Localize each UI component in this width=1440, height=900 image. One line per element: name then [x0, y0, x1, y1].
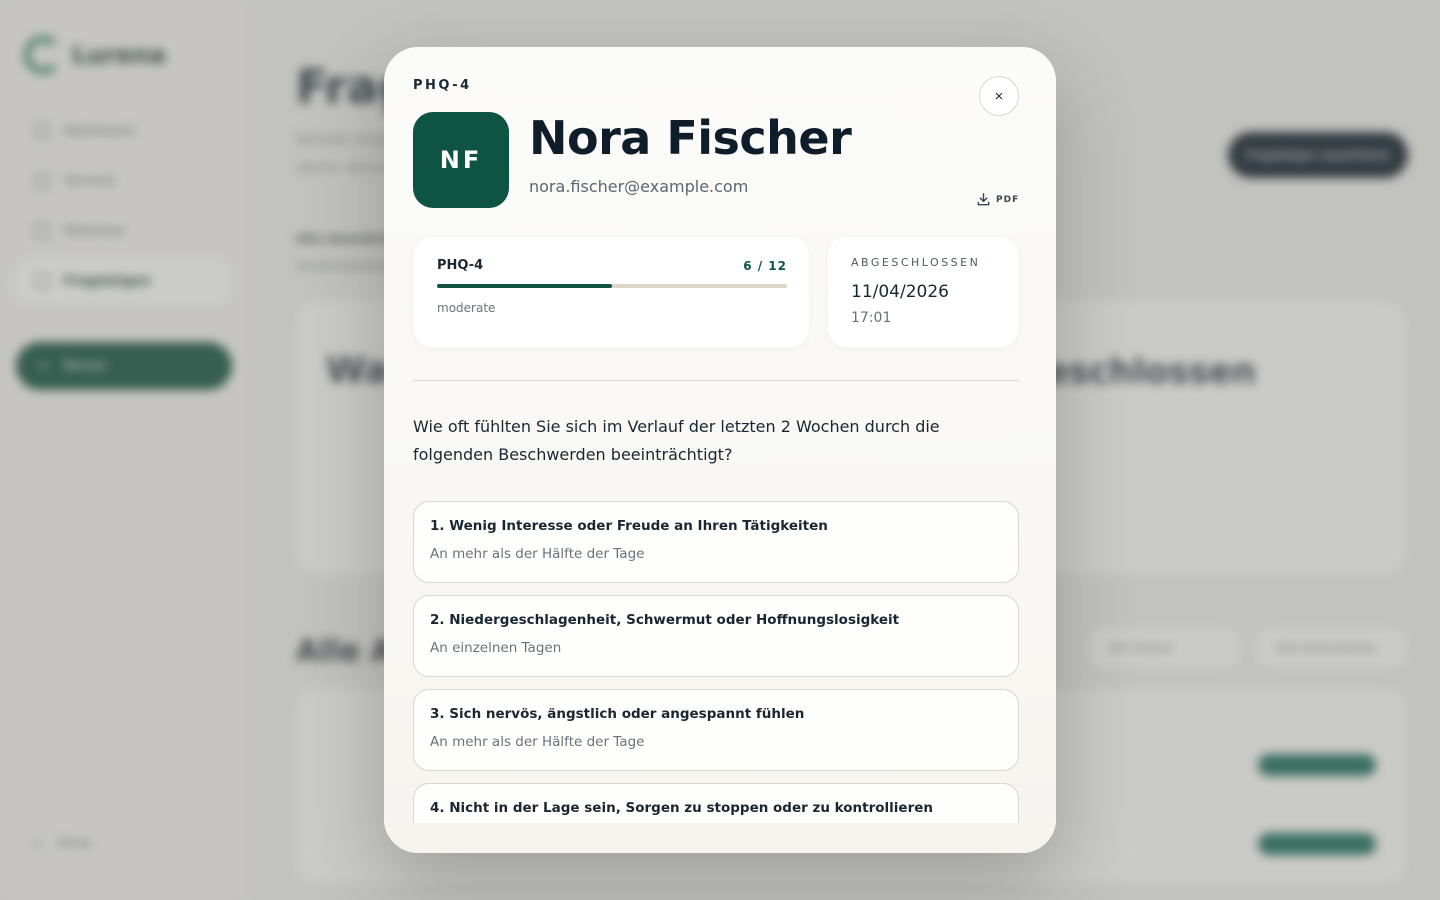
score-severity: moderate	[437, 301, 496, 315]
answer-question: 3. Sich nervös, ängstlich oder angespann…	[430, 706, 805, 722]
score-label: PHQ-4	[437, 258, 484, 273]
question-prompt: Wie oft fühlten Sie sich im Verlauf der …	[413, 417, 940, 464]
score-progress-fill	[437, 284, 612, 288]
pdf-label: PDF	[996, 194, 1020, 205]
download-icon	[977, 193, 990, 206]
answer-question: 1. Wenig Interesse oder Freude an Ihren …	[430, 518, 828, 534]
answer-value: An einzelnen Tagen	[430, 640, 562, 656]
answer-value: An mehr als der Hälfte der Tage	[430, 734, 645, 750]
close-button[interactable]: ×	[979, 76, 1019, 116]
avatar: NF	[413, 112, 509, 208]
modal-kicker: PHQ-4	[413, 78, 472, 93]
pdf-download-button[interactable]: PDF	[976, 192, 1019, 207]
modal-bottom-fade	[384, 823, 1056, 853]
score-card: PHQ-4 6 / 12 moderate	[414, 237, 809, 347]
answer-item: 3. Sich nervös, ängstlich oder angespann…	[413, 689, 1019, 771]
questionnaire-modal: PHQ-4 × NF Nora Fischer nora.fischer@exa…	[384, 47, 1056, 853]
completed-date: 11/04/2026	[851, 282, 949, 302]
divider	[413, 380, 1019, 381]
answer-question: 2. Niedergeschlagenheit, Schwermut oder …	[430, 612, 900, 628]
patient-name: Nora Fischer	[529, 111, 852, 165]
patient-email: nora.fischer@example.com	[529, 177, 749, 196]
completed-card: ABGESCHLOSSEN 11/04/2026 17:01	[828, 237, 1018, 347]
answer-item: 4. Nicht in der Lage sein, Sorgen zu sto…	[413, 783, 1019, 824]
completed-label: ABGESCHLOSSEN	[851, 256, 981, 269]
completed-time: 17:01	[851, 310, 892, 326]
answer-item: 1. Wenig Interesse oder Freude an Ihren …	[413, 501, 1019, 583]
score-value: 6 / 12	[743, 259, 787, 273]
answer-question: 4. Nicht in der Lage sein, Sorgen zu sto…	[430, 800, 934, 816]
answers-list[interactable]: 1. Wenig Interesse oder Freude an Ihren …	[413, 501, 1019, 824]
answer-value: An mehr als der Hälfte der Tage	[430, 546, 645, 562]
score-progress-track	[437, 284, 787, 288]
answer-item: 2. Niedergeschlagenheit, Schwermut oder …	[413, 595, 1019, 677]
